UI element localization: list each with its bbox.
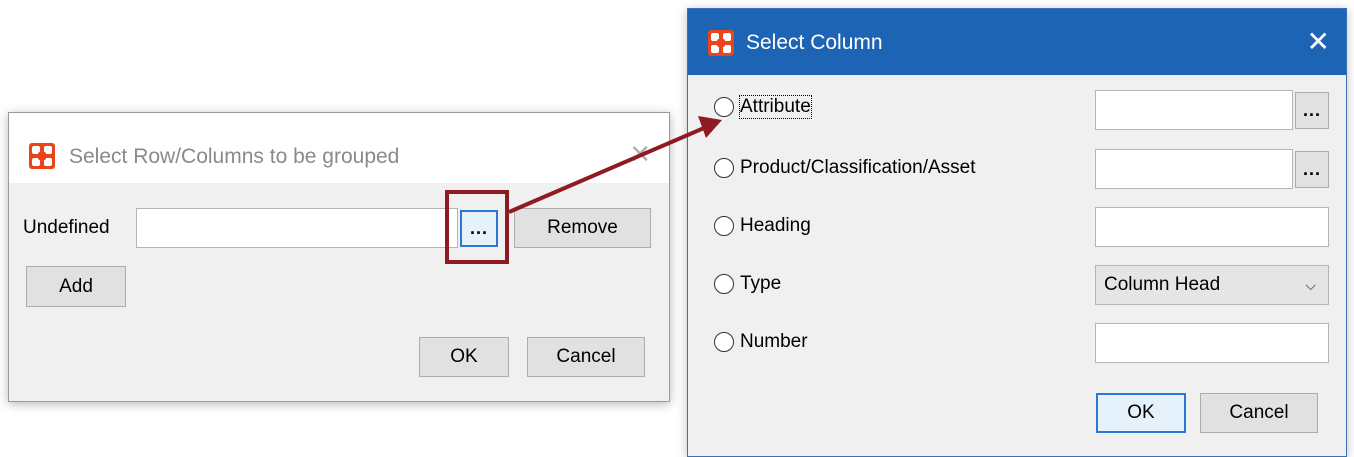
ok-button[interactable]: OK xyxy=(1096,393,1186,433)
radio-type[interactable]: Type xyxy=(714,273,781,295)
attribute-browse-button[interactable]: ... xyxy=(1295,92,1329,129)
product-field[interactable] xyxy=(1095,149,1293,189)
left-dialog-title: Select Row/Columns to be grouped xyxy=(69,145,400,168)
radio-circle-icon[interactable] xyxy=(714,332,734,352)
type-select-value: Column Head xyxy=(1104,274,1221,295)
radio-circle-icon[interactable] xyxy=(714,97,734,117)
radio-label: Number xyxy=(740,331,808,352)
heading-field[interactable] xyxy=(1095,207,1329,247)
number-field[interactable] xyxy=(1095,323,1329,363)
type-select[interactable]: Column Head ⌵ xyxy=(1095,265,1329,305)
cancel-button[interactable]: Cancel xyxy=(1200,393,1318,433)
undefined-field[interactable] xyxy=(136,208,458,248)
select-column-dialog: Select Column ✕ Attribute ... Product/Cl… xyxy=(687,8,1347,457)
undefined-label: Undefined xyxy=(23,217,110,238)
left-titlebar: Select Row/Columns to be grouped ✕ xyxy=(9,113,669,183)
group-rows-dialog: Select Row/Columns to be grouped ✕ Undef… xyxy=(8,112,670,402)
radio-product-classification-asset[interactable]: Product/Classification/Asset xyxy=(714,157,976,179)
radio-attribute[interactable]: Attribute xyxy=(714,95,812,119)
app-logo-icon xyxy=(708,30,734,56)
close-icon[interactable]: ✕ xyxy=(1307,25,1330,58)
attribute-field[interactable] xyxy=(1095,90,1293,130)
app-logo-icon xyxy=(29,143,55,169)
radio-number[interactable]: Number xyxy=(714,331,808,353)
highlight-box xyxy=(445,190,509,264)
chevron-down-icon: ⌵ xyxy=(1305,277,1316,293)
close-icon[interactable]: ✕ xyxy=(629,139,651,170)
right-dialog-title: Select Column xyxy=(746,31,883,54)
radio-circle-icon[interactable] xyxy=(714,158,734,178)
cancel-button[interactable]: Cancel xyxy=(527,337,645,377)
remove-button[interactable]: Remove xyxy=(514,208,651,248)
radio-circle-icon[interactable] xyxy=(714,274,734,294)
radio-label: Type xyxy=(740,273,782,294)
radio-label: Heading xyxy=(740,215,811,236)
ok-button[interactable]: OK xyxy=(419,337,509,377)
radio-heading[interactable]: Heading xyxy=(714,215,811,237)
radio-label: Product/Classification/Asset xyxy=(740,157,976,178)
radio-circle-icon[interactable] xyxy=(714,216,734,236)
right-titlebar: Select Column ✕ xyxy=(688,9,1346,75)
product-browse-button[interactable]: ... xyxy=(1295,151,1329,188)
add-button[interactable]: Add xyxy=(26,266,126,307)
radio-label: Attribute xyxy=(739,95,812,119)
